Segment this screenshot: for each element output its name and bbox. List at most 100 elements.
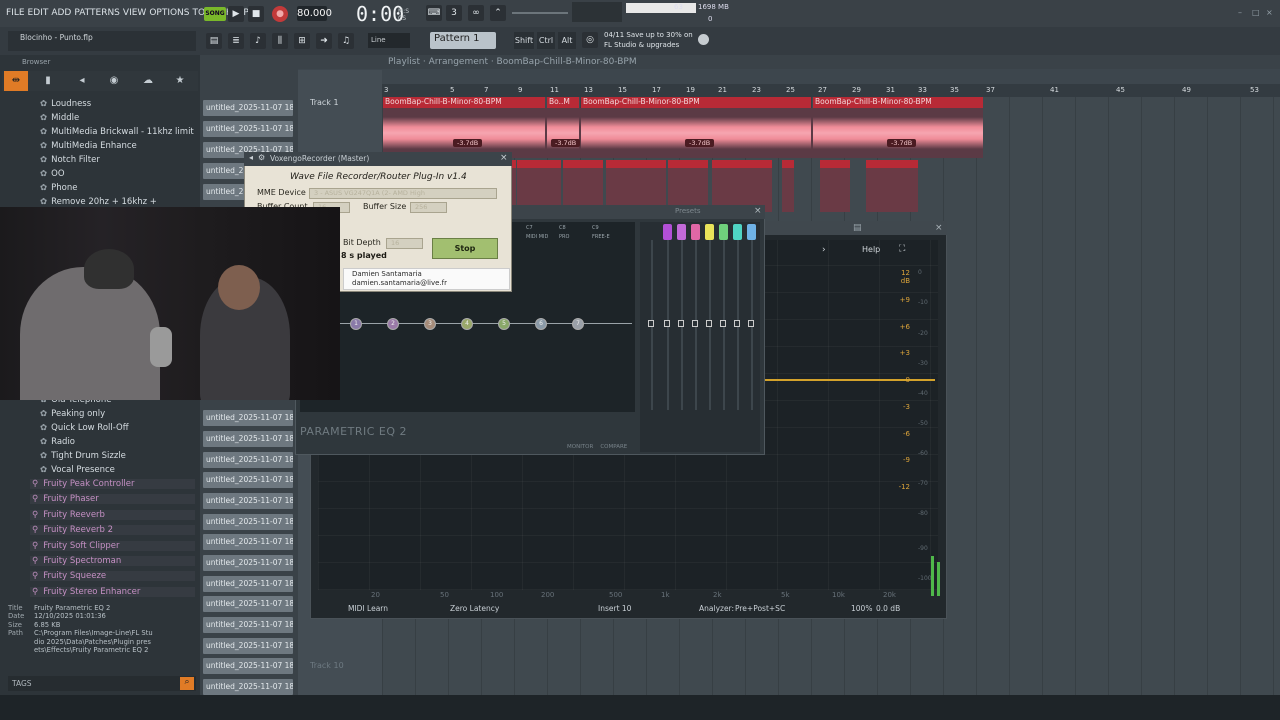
preset-item[interactable]: ✿ Tight Drum Sizzle [40, 451, 126, 461]
audio-clip-2[interactable]: Bo..M [547, 97, 579, 108]
band-color-button[interactable] [705, 224, 714, 240]
menu-file[interactable]: FILE [6, 8, 25, 18]
time-display[interactable]: 0:00 [356, 2, 404, 26]
shift-button[interactable]: Shift [514, 32, 534, 49]
band-color-button[interactable] [733, 224, 742, 240]
picker-item[interactable]: untitled_2025-11-07 18-... [203, 410, 293, 426]
preset-item[interactable]: ✿ Loudness [40, 99, 91, 109]
picker-item[interactable]: untitled_2025-11-07 18-... [203, 452, 293, 468]
eq-help[interactable]: Help [862, 245, 880, 254]
mic-icon[interactable]: ♫ [338, 33, 354, 49]
close-icon[interactable]: × [1266, 8, 1273, 17]
picker-item[interactable]: untitled_2025-11-07 18-... [203, 121, 293, 137]
plugin-item[interactable]: ⚲ Fruity Peak Controller [30, 479, 195, 489]
picker-item[interactable]: untitled_2025-11-07 18-... [203, 617, 293, 633]
latency-select[interactable]: Zero Latency [450, 604, 499, 613]
buffer-size-field[interactable]: 256 [410, 202, 447, 213]
eq-band-node[interactable]: 3 [424, 318, 436, 330]
ctrl-button[interactable]: Ctrl [537, 32, 555, 49]
audio-clip-4[interactable]: BoomBap-Chill-B-Minor-80-BPM [813, 97, 983, 108]
preset-item[interactable]: ✿ MultiMedia Brickwall - 11khz limit [40, 127, 194, 137]
preset-item[interactable]: ✿ Quick Low Roll-Off [40, 423, 129, 433]
picker-item[interactable]: untitled_2025-11-07 18-... [203, 514, 293, 530]
eq-band-node[interactable]: 2 [387, 318, 399, 330]
preset-item[interactable]: ✿ Peaking only [40, 409, 105, 419]
step-icon[interactable]: 3 [446, 5, 462, 21]
plugin-item[interactable]: ⚲ Fruity Spectroman [30, 556, 195, 566]
maximize-icon[interactable]: □ [1252, 8, 1260, 17]
stop-button[interactable]: Stop [432, 238, 498, 259]
preset-item[interactable]: ✿ Notch Filter [40, 155, 100, 165]
play-icon[interactable]: ▶ [228, 6, 244, 22]
preset-item[interactable]: ✿ Vocal Presence [40, 465, 115, 475]
picker-item[interactable]: untitled_2025-11-07 18-... [203, 534, 293, 550]
peq-tab[interactable]: C9 [592, 225, 599, 231]
analyzer-select[interactable]: Pre+Post+SC [735, 604, 785, 613]
picker-item[interactable]: untitled_2025-11-07 18-... [203, 431, 293, 447]
peq-compare[interactable]: COMPARE [600, 444, 627, 450]
fader-knob[interactable] [678, 320, 684, 327]
plugin-item[interactable]: ⚲ Fruity Reeverb 2 [30, 525, 195, 536]
browser-plugin-icon[interactable]: ◂ [70, 71, 94, 91]
snap-select[interactable]: Line [368, 33, 410, 48]
eq-band-node[interactable]: 5 [498, 318, 510, 330]
master-fader-knob[interactable] [648, 320, 654, 327]
alt-button[interactable]: Alt [558, 32, 576, 49]
browser-all-tab[interactable]: ⇹ [4, 71, 28, 91]
band-color-button[interactable] [747, 224, 756, 240]
eq-band-node[interactable]: 1 [350, 318, 362, 330]
peq-close-icon[interactable]: × [754, 206, 762, 216]
mme-device-select[interactable]: 3 - ASUS VG247Q1A (2- AMD High [309, 188, 497, 199]
audio-clip-1[interactable]: BoomBap-Chill-B-Minor-80-BPM [383, 97, 545, 108]
track-10-label[interactable]: Track 10 [310, 661, 344, 670]
fader-knob[interactable] [706, 320, 712, 327]
tags-bar[interactable] [8, 676, 196, 691]
preset-item[interactable]: ✿ Remove 20hz + 16khz + [40, 197, 157, 207]
peq-presets[interactable]: Presets [675, 207, 700, 215]
playlist-icon[interactable]: ▤ [206, 33, 222, 49]
eq-presets-icon[interactable]: ▤ [853, 223, 862, 233]
insert-select[interactable]: Insert 10 [598, 604, 631, 613]
band-color-button[interactable] [719, 224, 728, 240]
peq-tab[interactable]: MIDI MID [526, 234, 548, 240]
eq-chevron-icon[interactable]: › [822, 245, 826, 255]
record-icon[interactable]: ● [272, 6, 288, 22]
credit-email[interactable]: damien.santamaria@live.fr [352, 279, 501, 288]
picker-item[interactable]: untitled_2025-11-07 18-... [203, 555, 293, 571]
picker-item[interactable]: untitled_2025-11-07 18-... [203, 658, 293, 674]
timeline-ruler[interactable] [382, 84, 1280, 97]
browser-cloud-icon[interactable]: ☁ [136, 71, 160, 91]
picker-item[interactable]: untitled_2025-11-07 18-... [203, 596, 293, 612]
menu-patterns[interactable]: PATTERNS [74, 8, 120, 18]
preset-item[interactable]: ✿ Phone [40, 183, 77, 193]
stop-icon[interactable]: ■ [248, 6, 264, 22]
mixer-icon[interactable]: ⫼ [272, 33, 288, 49]
peq-tab[interactable]: FREE-E [592, 234, 610, 240]
master-pitch-slider[interactable] [512, 12, 568, 14]
peq-tab[interactable]: C8 [559, 225, 566, 231]
bit-depth-field[interactable]: 16 [386, 238, 423, 249]
preset-item[interactable]: ✿ OO [40, 169, 65, 179]
fader-knob[interactable] [748, 320, 754, 327]
channel-rack-icon[interactable]: ≣ [228, 33, 244, 49]
band-color-button[interactable] [677, 224, 686, 240]
picker-item[interactable]: untitled_2025-11-07 18-... [203, 576, 293, 592]
picker-item[interactable]: untitled_2025-11-07 18-... [203, 493, 293, 509]
arrow-icon[interactable]: ➜ [316, 33, 332, 49]
plugin-item[interactable]: ⚲ Fruity Squeeze [30, 571, 195, 582]
output-gain[interactable]: 0.0 dB [876, 604, 900, 613]
eq-close-icon[interactable]: × [935, 223, 943, 233]
peq-tab[interactable]: C7 [526, 225, 533, 231]
peq-monitor[interactable]: MONITOR [567, 444, 593, 450]
picker-item[interactable]: untitled_2025-11-07 18-... [203, 638, 293, 654]
eq-band-node[interactable]: 4 [461, 318, 473, 330]
loop-icon[interactable]: ∞ [468, 5, 484, 21]
audio-clip-3[interactable]: BoomBap-Chill-B-Minor-80-BPM [581, 97, 811, 108]
fader-knob[interactable] [720, 320, 726, 327]
pattern-select[interactable]: Pattern 1 [430, 32, 496, 49]
track-1-label[interactable]: Track 1 [310, 98, 339, 107]
picker-item[interactable]: untitled_2025-11-07 18-... [203, 679, 293, 695]
browser-sound-icon[interactable]: ◉ [102, 71, 126, 91]
preset-item[interactable]: ✿ Middle [40, 113, 79, 123]
menu-view[interactable]: VIEW [123, 8, 146, 18]
